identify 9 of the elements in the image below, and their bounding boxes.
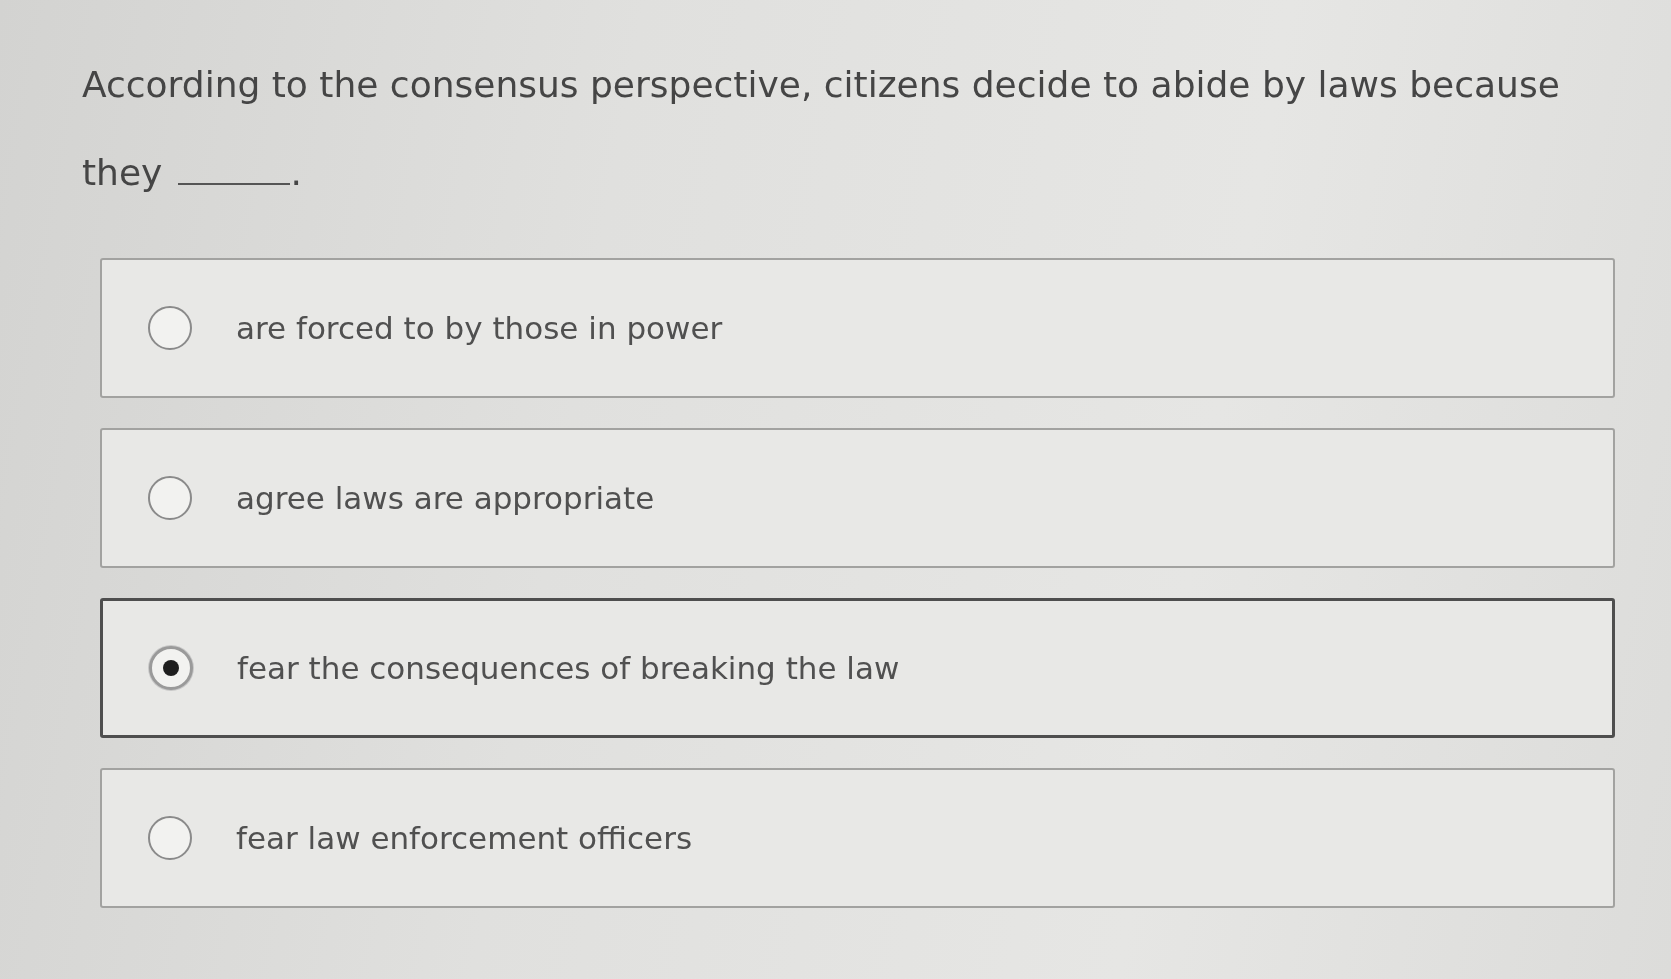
question-text: According to the consensus perspective, citizens decide to abide by laws because they . bbox=[82, 63, 1561, 195]
answer-option[interactable]: agree laws are appropriate bbox=[100, 428, 1615, 568]
radio-button[interactable] bbox=[148, 306, 192, 350]
radio-button[interactable] bbox=[148, 476, 192, 520]
answer-option[interactable]: fear law enforcement officers bbox=[100, 768, 1615, 908]
answer-option[interactable]: are forced to by those in power bbox=[100, 258, 1615, 398]
answer-option[interactable]: fear the consequences of breaking the law bbox=[100, 598, 1615, 738]
radio-button[interactable] bbox=[149, 646, 193, 690]
radio-button[interactable] bbox=[148, 816, 192, 860]
